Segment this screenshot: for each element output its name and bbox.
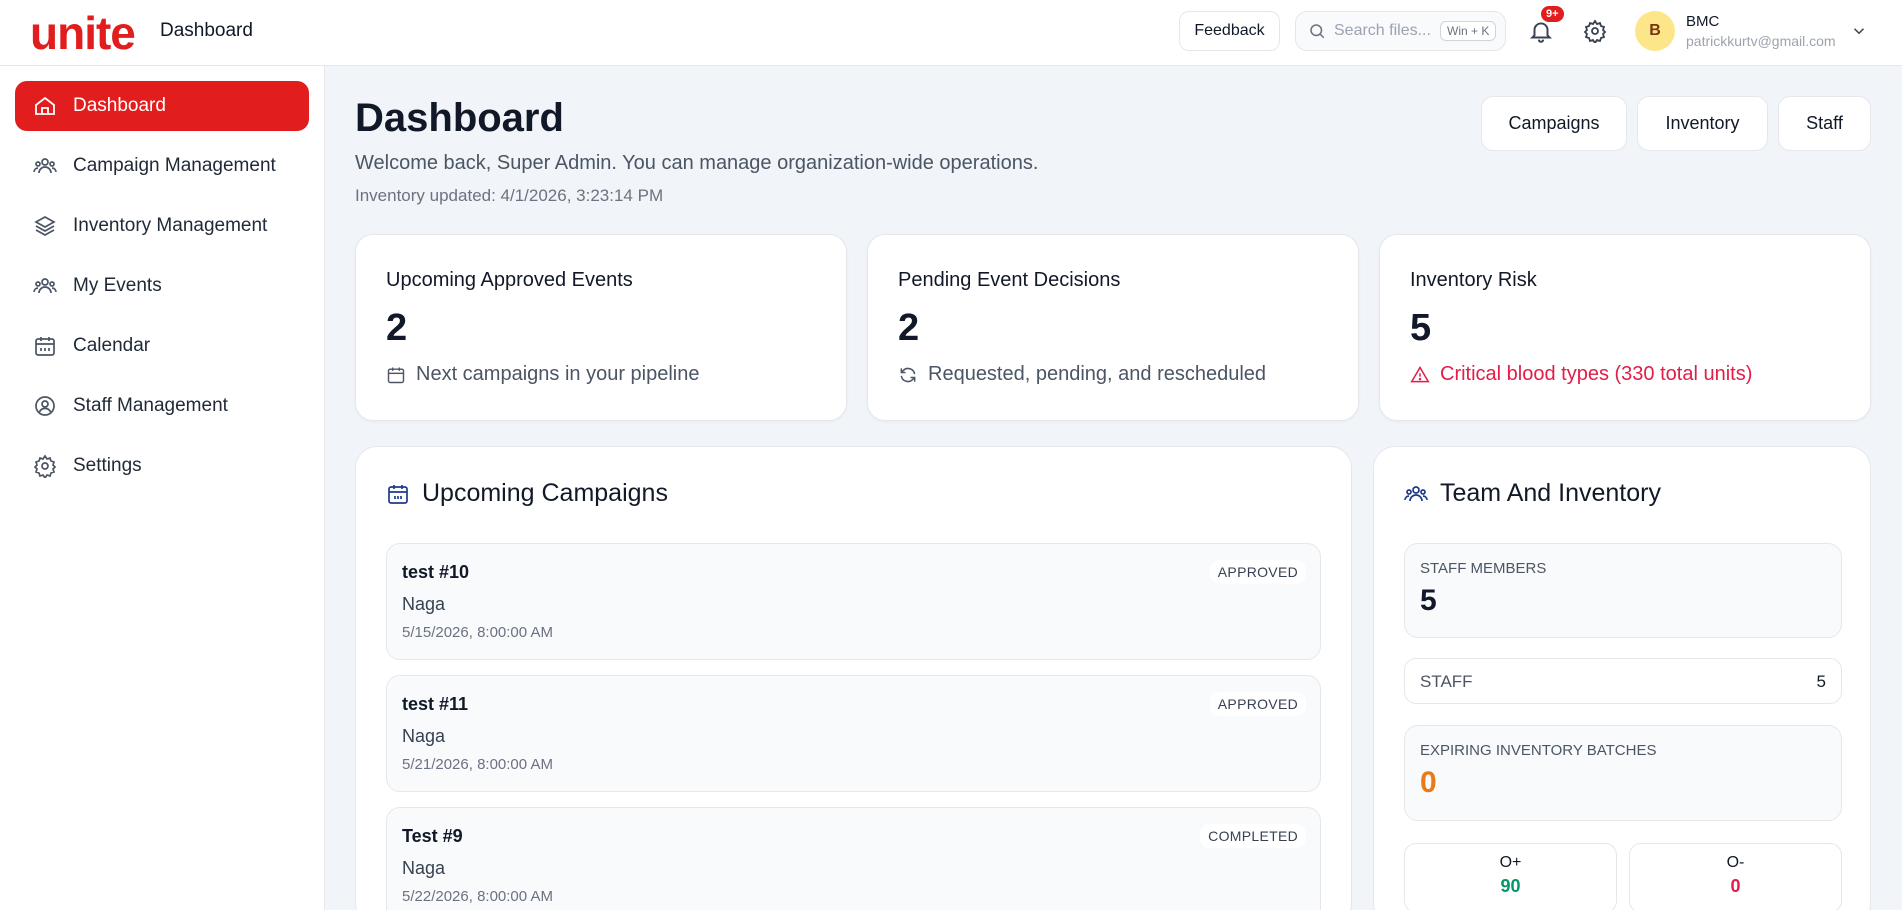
staff-row: STAFF 5	[1404, 658, 1842, 704]
list-item[interactable]: Test #9 Naga 5/22/2026, 8:00:00 AM COMPL…	[386, 807, 1321, 910]
staff-members-value: 5	[1420, 584, 1437, 617]
blood-type-card[interactable]: O- 0	[1629, 843, 1842, 910]
app-logo[interactable]: unite	[30, 8, 136, 58]
gear-icon	[33, 454, 57, 478]
inventory-updated-text: Inventory updated: 4/1/2026, 3:23:14 PM	[355, 186, 664, 205]
sidebar-item-label: Inventory Management	[73, 215, 268, 236]
sidebar-item-label: Staff Management	[73, 395, 228, 416]
user-name: BMC	[1686, 13, 1720, 30]
sidebar-item-label: Calendar	[73, 335, 151, 356]
sidebar-item-label: Campaign Management	[73, 155, 276, 176]
panel-title-text: Team And Inventory	[1440, 479, 1661, 507]
stat-card-upcoming-events: Upcoming Approved Events 2 Next campaign…	[355, 234, 847, 421]
stat-title: Upcoming Approved Events	[386, 269, 633, 291]
campaign-date: 5/22/2026, 8:00:00 AM	[402, 888, 553, 905]
campaign-date: 5/21/2026, 8:00:00 AM	[402, 756, 553, 773]
staff-value: 5	[1816, 672, 1826, 691]
search-input[interactable]	[1334, 22, 1434, 40]
chevron-down-icon[interactable]	[1850, 22, 1868, 40]
avatar[interactable]: B	[1635, 11, 1675, 51]
campaign-location: Naga	[402, 726, 446, 746]
search-icon	[1310, 24, 1325, 39]
blood-type-card[interactable]: O+ 90	[1404, 843, 1617, 910]
stat-note: Requested, pending, and rescheduled	[898, 363, 1266, 386]
stat-value: 2	[898, 307, 920, 349]
stat-note: Critical blood types (330 total units)	[1410, 363, 1752, 386]
staff-members-box: STAFF MEMBERS 5	[1404, 543, 1842, 638]
stat-note-text: Requested, pending, and rescheduled	[928, 363, 1267, 385]
sidebar-item-campaign-management[interactable]: Campaign Management	[15, 141, 309, 191]
staff-label: STAFF	[1420, 672, 1473, 691]
users-icon	[33, 278, 57, 294]
stat-title: Inventory Risk	[1410, 269, 1537, 291]
sidebar-item-my-events[interactable]: My Events	[15, 261, 309, 311]
sidebar-item-settings[interactable]: Settings	[15, 441, 309, 491]
stat-value: 5	[1410, 307, 1432, 349]
feedback-button[interactable]: Feedback	[1179, 11, 1280, 51]
users-icon	[1404, 485, 1428, 501]
notification-badge: 9+	[1541, 6, 1564, 22]
page-subtitle: Welcome back, Super Admin. You can manag…	[355, 152, 1039, 174]
campaign-date: 5/15/2026, 8:00:00 AM	[402, 624, 553, 641]
panel-title: Upcoming Campaigns	[386, 479, 668, 508]
stat-card-pending-decisions: Pending Event Decisions 2 Requested, pen…	[867, 234, 1359, 421]
upcoming-campaigns-panel: Upcoming Campaigns test #10 Naga 5/15/20…	[355, 446, 1352, 910]
stat-note: Next campaigns in your pipeline	[386, 363, 700, 386]
campaign-name: test #10	[402, 562, 470, 582]
blood-type-value: 0	[1730, 876, 1741, 896]
refresh-icon	[900, 367, 916, 382]
sidebar-item-label: My Events	[73, 275, 162, 296]
stat-title: Pending Event Decisions	[898, 269, 1121, 291]
sidebar-item-calendar[interactable]: Calendar	[15, 321, 309, 371]
user-email: patrickkurtv@gmail.com	[1686, 33, 1836, 49]
layers-icon	[34, 216, 56, 236]
users-icon	[33, 158, 57, 174]
search-box[interactable]: Win + K	[1295, 11, 1506, 51]
sidebar-item-dashboard[interactable]: Dashboard	[15, 81, 309, 131]
team-inventory-panel: Team And Inventory STAFF MEMBERS 5 STAFF…	[1373, 446, 1871, 910]
gear-icon[interactable]	[1583, 19, 1607, 43]
campaign-name: test #11	[402, 694, 469, 714]
sidebar: Dashboard Campaign Management Inventory …	[0, 66, 325, 910]
stat-note-text: Critical blood types (330 total units)	[1440, 363, 1753, 385]
campaign-location: Naga	[402, 858, 446, 878]
page-title: Dashboard	[355, 96, 564, 140]
calendar-icon	[388, 484, 408, 504]
expiring-batches-box: EXPIRING INVENTORY BATCHES 0	[1404, 725, 1842, 821]
blood-type-value: 90	[1500, 876, 1521, 896]
home-icon	[35, 96, 55, 115]
stat-card-inventory-risk: Inventory Risk 5 Critical blood types (3…	[1379, 234, 1871, 421]
sidebar-item-label: Dashboard	[73, 95, 166, 116]
campaign-name: Test #9	[402, 826, 463, 846]
status-badge: APPROVED	[1209, 560, 1306, 584]
user-circle-icon	[35, 396, 55, 416]
expiring-label: EXPIRING INVENTORY BATCHES	[1420, 742, 1657, 759]
expiring-value: 0	[1420, 766, 1437, 799]
stat-note-text: Next campaigns in your pipeline	[416, 363, 700, 385]
stat-value: 2	[386, 307, 408, 349]
search-shortcut: Win + K	[1440, 21, 1497, 41]
calendar-icon	[387, 367, 405, 383]
blood-type-label: O-	[1726, 854, 1745, 871]
list-item[interactable]: test #10 Naga 5/15/2026, 8:00:00 AM APPR…	[386, 543, 1321, 660]
staff-button[interactable]: Staff	[1778, 96, 1871, 151]
sidebar-item-label: Settings	[73, 455, 142, 476]
top-page-title: Dashboard	[160, 20, 253, 41]
campaigns-button[interactable]: Campaigns	[1481, 96, 1627, 151]
top-bar: unite Dashboard Feedback Win + K 9+ B BM…	[0, 0, 1902, 66]
panel-title-text: Upcoming Campaigns	[422, 479, 668, 507]
status-badge: APPROVED	[1209, 692, 1306, 716]
status-badge: COMPLETED	[1200, 824, 1306, 848]
staff-members-label: STAFF MEMBERS	[1420, 560, 1547, 577]
sidebar-item-inventory-management[interactable]: Inventory Management	[15, 201, 309, 251]
calendar-icon	[35, 337, 55, 356]
panel-title: Team And Inventory	[1404, 479, 1661, 508]
inventory-button[interactable]: Inventory	[1637, 96, 1768, 151]
warning-icon	[1410, 365, 1430, 382]
campaign-location: Naga	[402, 594, 446, 614]
sidebar-item-staff-management[interactable]: Staff Management	[15, 381, 309, 431]
list-item[interactable]: test #11 Naga 5/21/2026, 8:00:00 AM APPR…	[386, 675, 1321, 792]
blood-type-label: O+	[1499, 854, 1522, 871]
